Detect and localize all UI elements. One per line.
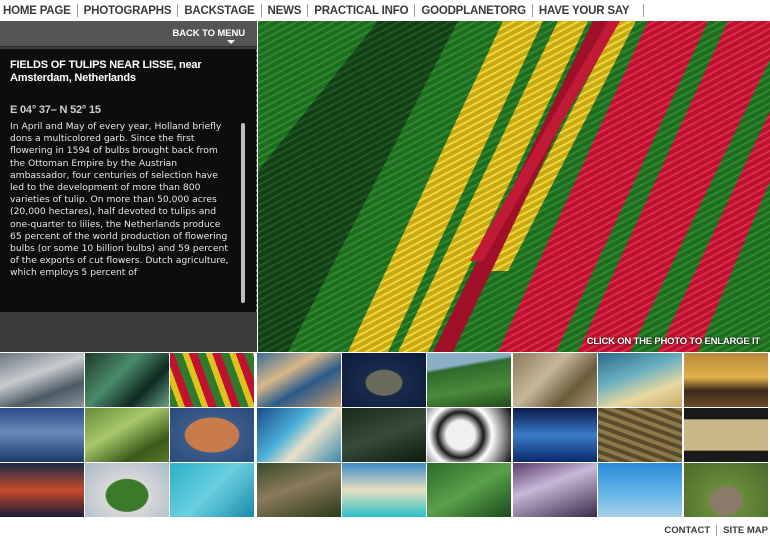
- thumbnail[interactable]: [0, 353, 84, 407]
- thumbnail[interactable]: [598, 463, 682, 517]
- nav-divider: [307, 4, 309, 17]
- thumbnail[interactable]: [0, 408, 84, 462]
- nav-divider: [643, 4, 645, 17]
- thumbnail[interactable]: [342, 353, 426, 407]
- nav-divider: [414, 4, 416, 17]
- thumbnail[interactable]: [342, 463, 426, 517]
- nav-divider: [531, 4, 533, 17]
- top-navigation: HOME PAGE PHOTOGRAPHS BACKSTAGE NEWS PRA…: [0, 0, 770, 21]
- back-to-menu-link[interactable]: BACK TO MENU: [172, 28, 245, 39]
- thumbnail[interactable]: [598, 408, 682, 462]
- thumbnail[interactable]: [170, 353, 254, 407]
- photo-coordinates: E 04° 37– N 52° 15: [10, 104, 101, 116]
- thumbnail[interactable]: [342, 408, 426, 462]
- thumbnail[interactable]: [170, 463, 254, 517]
- thumbnail[interactable]: [427, 353, 511, 407]
- thumbnail[interactable]: [257, 408, 341, 462]
- thumbnail[interactable]: [170, 408, 254, 462]
- thumbnail[interactable]: [684, 463, 768, 517]
- scrollbar-thumb[interactable]: [241, 123, 245, 303]
- back-bar: BACK TO MENU: [0, 21, 257, 47]
- thumbnail[interactable]: [513, 353, 597, 407]
- thumbnail[interactable]: [513, 408, 597, 462]
- thumbnail[interactable]: [684, 408, 768, 462]
- nav-divider: [76, 4, 78, 17]
- nav-divider: [177, 4, 179, 17]
- nav-news[interactable]: NEWS: [268, 5, 302, 17]
- enlarge-hint: CLICK ON THE PHOTO TO ENLARGE IT: [586, 336, 760, 347]
- down-arrow-icon: [227, 40, 235, 44]
- thumbnail[interactable]: [85, 353, 169, 407]
- main-photo-tulip-fields[interactable]: CLICK ON THE PHOTO TO ENLARGE IT: [258, 21, 770, 352]
- thumbnail[interactable]: [684, 353, 768, 407]
- thumbnail[interactable]: [85, 463, 169, 517]
- thumbnail[interactable]: [0, 463, 84, 517]
- nav-goodplanetorg[interactable]: GOODPLANETORG: [421, 5, 526, 17]
- contact-link[interactable]: CONTACT: [664, 525, 710, 536]
- caption-box: FIELDS OF TULIPS NEAR LISSE, near Amster…: [0, 49, 257, 312]
- photo-description: In April and May of every year, Holland …: [10, 121, 229, 279]
- thumbnail[interactable]: [85, 408, 169, 462]
- footer: CONTACT SITE MAP: [664, 520, 770, 540]
- nav-backstage[interactable]: BACKSTAGE: [184, 5, 254, 17]
- description-scrollbar[interactable]: [240, 121, 246, 307]
- footer-divider: [716, 524, 718, 536]
- thumbnail-row: [0, 408, 770, 463]
- thumbnail[interactable]: [513, 463, 597, 517]
- thumbnail[interactable]: [257, 353, 341, 407]
- nav-have-your-say[interactable]: HAVE YOUR SAY: [539, 5, 630, 17]
- thumbnail[interactable]: [598, 353, 682, 407]
- photo-title: FIELDS OF TULIPS NEAR LISSE, near Amster…: [10, 59, 202, 84]
- thumbnail[interactable]: [427, 408, 511, 462]
- site-map-link[interactable]: SITE MAP: [723, 525, 768, 536]
- thumbnail[interactable]: [257, 463, 341, 517]
- thumbnail-row: [0, 353, 770, 408]
- tulip-fields-image: [258, 21, 770, 352]
- nav-practical-info[interactable]: PRACTICAL INFO: [314, 5, 408, 17]
- nav-divider: [260, 4, 262, 17]
- thumbnail-row: [0, 463, 770, 518]
- nav-photographs[interactable]: PHOTOGRAPHS: [84, 5, 172, 17]
- nav-home-page[interactable]: HOME PAGE: [3, 5, 71, 17]
- photo-info-panel: BACK TO MENU FIELDS OF TULIPS NEAR LISSE…: [0, 21, 257, 352]
- thumbnail[interactable]: [427, 463, 511, 517]
